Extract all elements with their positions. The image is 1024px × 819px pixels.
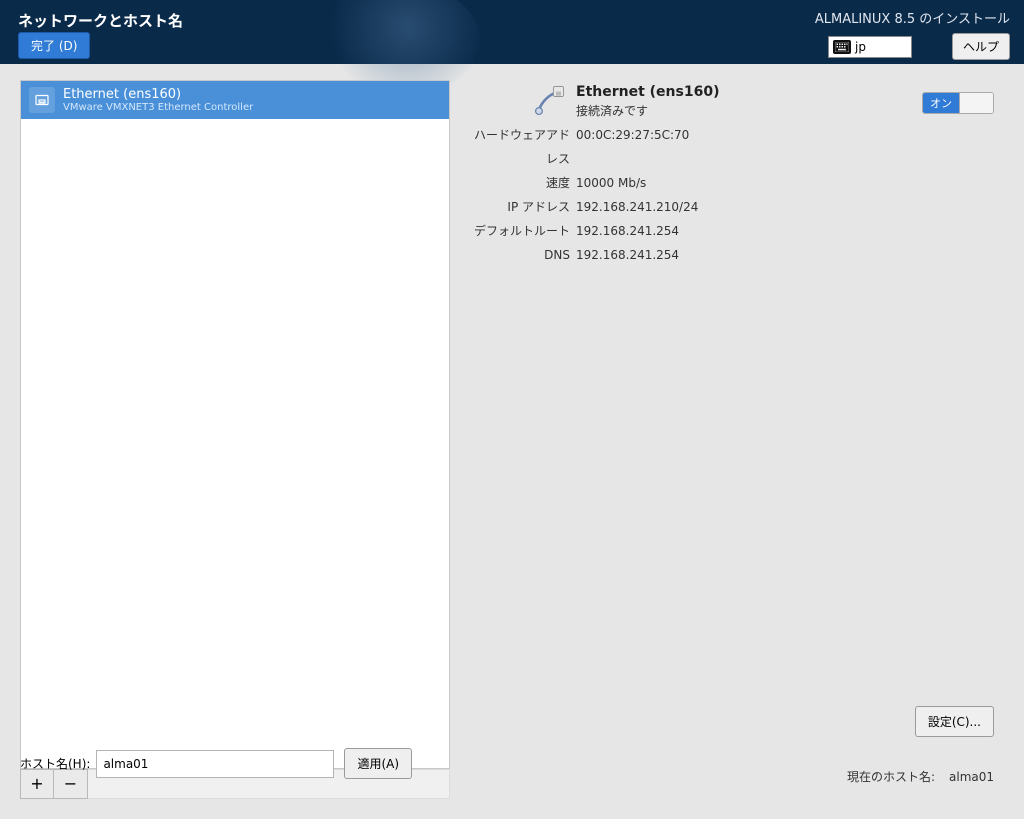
header-controls: jp ヘルプ (815, 33, 1010, 60)
kv-val: 192.168.241.254 (576, 219, 679, 243)
connection-toggle[interactable]: オン (922, 92, 994, 114)
kv-key: デフォルトルート (466, 219, 570, 243)
detail-kv-table: ハードウェアアドレス 00:0C:29:27:5C:70 速度 10000 Mb… (466, 123, 1004, 267)
keyboard-icon (833, 40, 851, 54)
header-bar: ネットワークとホスト名 完了 (D) ALMALINUX 8.5 のインストール… (0, 0, 1024, 64)
kv-val: 192.168.241.210/24 (576, 195, 698, 219)
nic-item-text: Ethernet (ens160) VMware VMXNET3 Etherne… (63, 87, 253, 113)
kv-row-hwaddr: ハードウェアアドレス 00:0C:29:27:5C:70 (466, 123, 1004, 171)
current-hostname-label: 現在のホスト名: (847, 768, 935, 785)
detail-header-text: Ethernet (ens160) 接続済みです (576, 82, 719, 119)
toggle-on-label: オン (923, 93, 959, 113)
left-pane: Ethernet (ens160) VMware VMXNET3 Etherne… (20, 80, 450, 799)
kv-row-ip: IP アドレス 192.168.241.210/24 (466, 195, 1004, 219)
apply-button[interactable]: 適用(A) (344, 748, 412, 779)
kv-row-route: デフォルトルート 192.168.241.254 (466, 219, 1004, 243)
keyboard-layout-label: jp (855, 40, 866, 54)
nic-detail: Ethernet (ens160) 接続済みです オン ハードウェアアドレス 0… (466, 80, 1004, 267)
configure-button[interactable]: 設定(C)... (915, 706, 994, 737)
kv-key: IP アドレス (466, 195, 570, 219)
kv-key: DNS (466, 243, 570, 267)
current-hostname-area: 現在のホスト名: alma01 (847, 768, 994, 785)
install-label: ALMALINUX 8.5 のインストール (815, 8, 1010, 27)
current-hostname-value: alma01 (949, 770, 994, 784)
hostname-label: ホスト名(H): (20, 755, 90, 772)
kv-row-dns: DNS 192.168.241.254 (466, 243, 1004, 267)
toggle-knob (959, 93, 993, 113)
hostname-row: ホスト名(H): 適用(A) (20, 748, 412, 779)
header-right: ALMALINUX 8.5 のインストール jp ヘルプ (815, 8, 1010, 60)
ethernet-icon (29, 87, 55, 113)
kv-row-speed: 速度 10000 Mb/s (466, 171, 1004, 195)
nic-item-title: Ethernet (ens160) (63, 87, 253, 102)
nic-list-item[interactable]: Ethernet (ens160) VMware VMXNET3 Etherne… (21, 81, 449, 119)
kv-val: 192.168.241.254 (576, 243, 679, 267)
ethernet-plug-icon (532, 82, 568, 118)
kv-key: ハードウェアアドレス (466, 123, 570, 171)
right-pane: Ethernet (ens160) 接続済みです オン ハードウェアアドレス 0… (466, 80, 1004, 799)
page-title: ネットワークとホスト名 (18, 10, 183, 31)
content-area: Ethernet (ens160) VMware VMXNET3 Etherne… (20, 80, 1004, 799)
nic-item-subtitle: VMware VMXNET3 Ethernet Controller (63, 102, 253, 113)
kv-val: 10000 Mb/s (576, 171, 646, 195)
nic-list[interactable]: Ethernet (ens160) VMware VMXNET3 Etherne… (20, 80, 450, 769)
kv-key: 速度 (466, 171, 570, 195)
help-button[interactable]: ヘルプ (952, 33, 1010, 60)
hostname-input[interactable] (96, 750, 334, 778)
detail-title: Ethernet (ens160) (576, 84, 719, 100)
keyboard-layout-selector[interactable]: jp (828, 36, 912, 58)
kv-val: 00:0C:29:27:5C:70 (576, 123, 689, 171)
done-button[interactable]: 完了 (D) (18, 32, 90, 59)
detail-status: 接続済みです (576, 102, 719, 119)
